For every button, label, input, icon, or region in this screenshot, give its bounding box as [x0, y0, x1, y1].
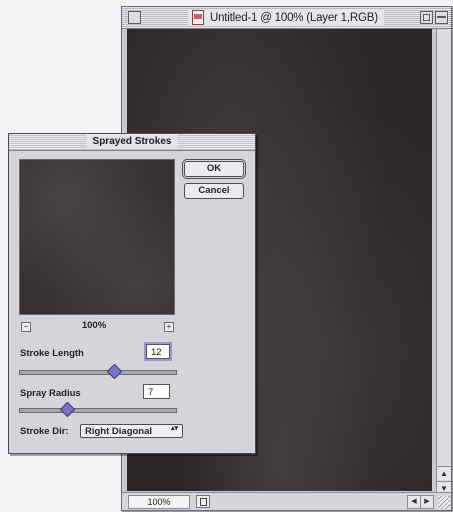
collapse-box-icon[interactable] [435, 11, 448, 24]
zoom-out-icon[interactable]: − [21, 322, 31, 332]
cancel-button[interactable]: Cancel [184, 183, 244, 199]
resize-grip-icon[interactable] [438, 496, 450, 509]
spray-radius-label: Spray Radius [20, 388, 81, 399]
sprayed-strokes-dialog: Sprayed Strokes − 100% + OK Cancel Strok… [8, 133, 256, 454]
stroke-length-label: Stroke Length [20, 348, 84, 359]
stroke-length-slider-thumb[interactable] [106, 363, 122, 380]
zoom-in-icon[interactable]: + [164, 322, 174, 332]
document-title-wrap: Untitled-1 @ 100% (Layer 1,RGB) [188, 9, 384, 26]
vertical-scrollbar[interactable]: ▲ ▼ [436, 29, 451, 495]
stroke-length-slider[interactable] [19, 363, 177, 380]
stroke-dir-value: Right Diagonal [85, 426, 153, 437]
ok-button[interactable]: OK [184, 161, 244, 177]
spray-radius-slider-thumb[interactable] [59, 401, 76, 418]
zoom-box-icon[interactable] [420, 11, 433, 24]
select-arrows-icon: ▴▾ [170, 425, 178, 432]
dialog-titlebar[interactable]: Sprayed Strokes [9, 134, 255, 151]
status-bar: 100% ◀ ▶ [122, 492, 451, 510]
document-icon [192, 10, 204, 25]
spray-radius-input[interactable]: 7 [143, 384, 170, 399]
filter-preview[interactable] [19, 159, 175, 315]
zoom-level-field[interactable]: 100% [128, 495, 190, 509]
scroll-up-icon[interactable]: ▲ [437, 466, 451, 480]
scroll-left-icon[interactable]: ◀ [407, 495, 421, 509]
stroke-dir-select[interactable]: Right Diagonal ▴▾ [80, 424, 183, 438]
spray-radius-slider[interactable] [19, 401, 177, 418]
document-info-icon[interactable] [196, 495, 210, 508]
stroke-dir-label: Stroke Dir: [20, 426, 69, 437]
stroke-length-input[interactable]: 12 [146, 344, 170, 359]
document-title: Untitled-1 @ 100% (Layer 1,RGB) [210, 11, 378, 24]
preview-zoom-level: 100% [81, 320, 107, 331]
dialog-title: Sprayed Strokes [86, 135, 178, 149]
document-titlebar[interactable]: Untitled-1 @ 100% (Layer 1,RGB) [122, 7, 451, 29]
scroll-right-icon[interactable]: ▶ [420, 495, 434, 509]
close-box-icon[interactable] [128, 11, 141, 24]
